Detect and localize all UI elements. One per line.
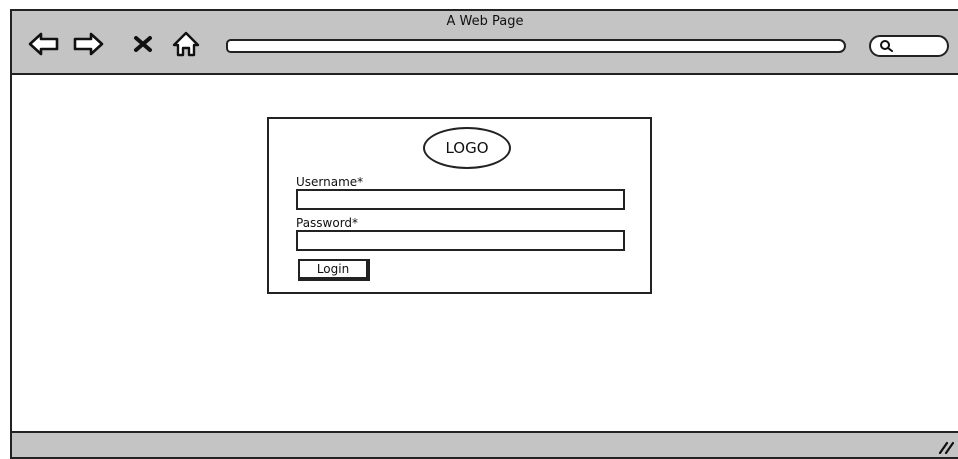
window-title: A Web Page — [446, 14, 524, 29]
username-field[interactable] — [296, 189, 625, 210]
search-button[interactable] — [869, 35, 949, 57]
browser-toolbar: A Web Page — [12, 11, 958, 75]
home-icon[interactable] — [170, 29, 202, 59]
forward-arrow-icon[interactable] — [70, 29, 106, 59]
browser-window: A Web Page LOGO Username* Password* Logi… — [10, 9, 958, 459]
back-arrow-icon[interactable] — [26, 29, 62, 59]
status-bar — [12, 431, 958, 457]
search-icon — [880, 40, 893, 52]
password-field[interactable] — [296, 230, 625, 251]
password-label: Password* — [296, 216, 359, 230]
login-form: LOGO Username* Password* Login — [267, 117, 652, 294]
resize-grip-icon[interactable] — [936, 440, 954, 454]
username-label: Username* — [296, 175, 364, 189]
logo: LOGO — [423, 127, 511, 169]
url-bar[interactable] — [226, 39, 846, 53]
login-button[interactable]: Login — [298, 259, 370, 281]
close-icon[interactable] — [128, 29, 158, 59]
